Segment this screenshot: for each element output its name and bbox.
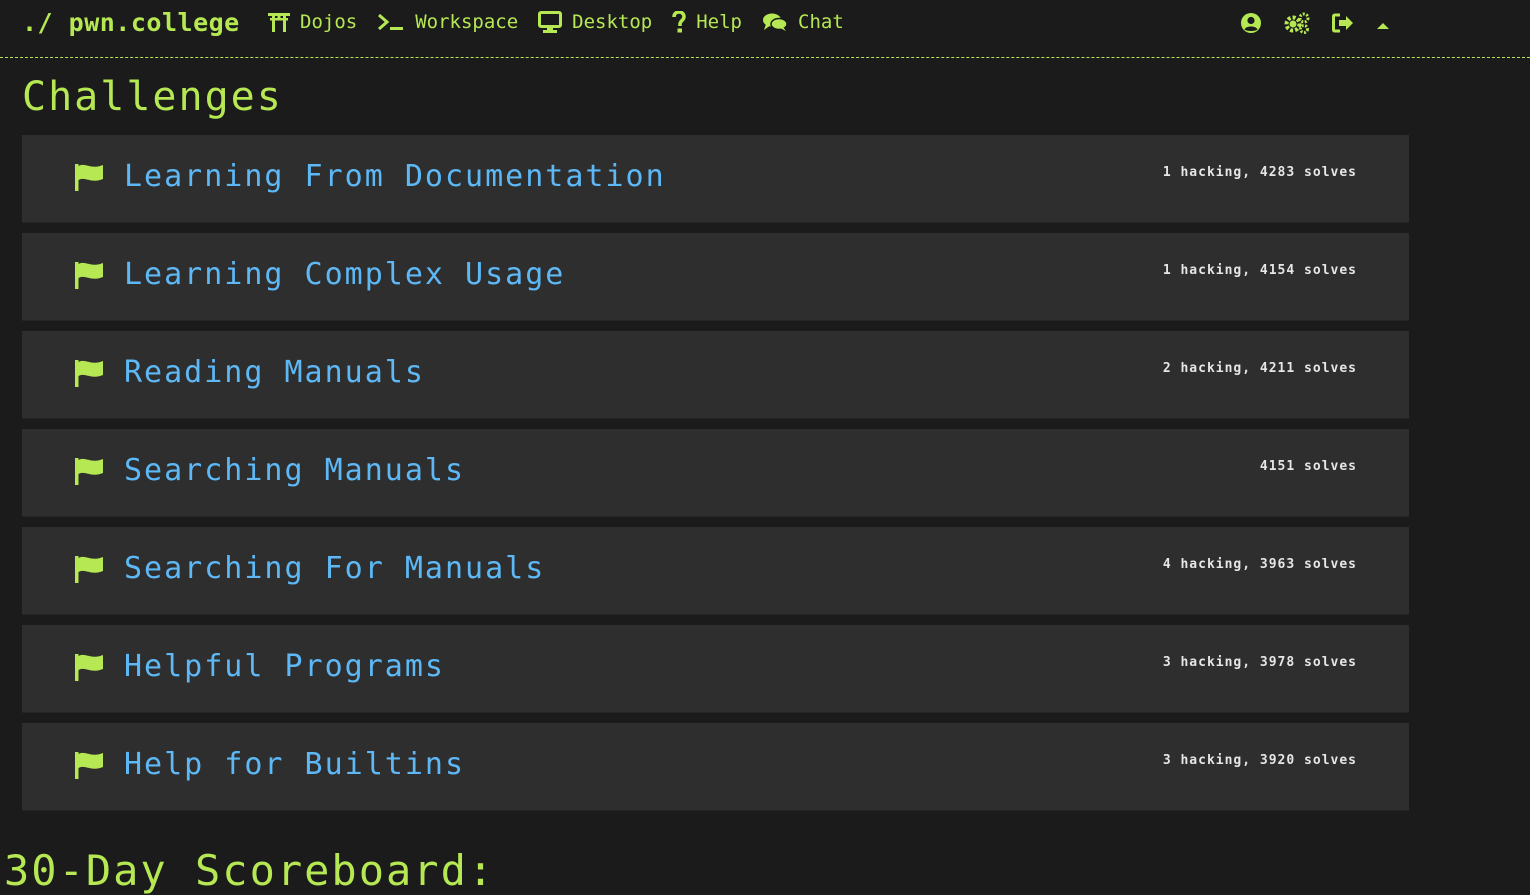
challenge-name: Helpful Programs	[124, 649, 445, 684]
challenge-name: Learning From Documentation	[124, 159, 666, 194]
user-menu	[1240, 12, 1390, 38]
challenge-list: Learning From Documentation 1 hacking, 4…	[22, 135, 1409, 821]
challenge-item[interactable]: Searching For Manuals 4 hacking, 3963 so…	[22, 527, 1409, 615]
torii-gate-icon	[268, 12, 290, 32]
chat-bubbles-icon	[762, 12, 788, 32]
flag-icon	[74, 653, 104, 685]
flag-icon	[74, 457, 104, 489]
challenge-item[interactable]: Help for Builtins 3 hacking, 3920 solves	[22, 723, 1409, 811]
navbar: ./ pwn.college Dojos Workspace Desktop H…	[0, 0, 1530, 58]
challenge-name: Learning Complex Usage	[124, 257, 566, 292]
page-title: Challenges	[22, 74, 283, 120]
nav-link-label: Dojos	[300, 11, 358, 33]
challenge-stats: 4 hacking, 3963 solves	[1162, 557, 1357, 572]
challenge-item[interactable]: Reading Manuals 2 hacking, 4211 solves	[22, 331, 1409, 419]
challenge-stats: 3 hacking, 3978 solves	[1162, 655, 1357, 670]
nav-link-label: Workspace	[415, 11, 519, 33]
nav-link-help[interactable]: Help	[672, 11, 742, 33]
challenge-name: Searching For Manuals	[124, 551, 546, 586]
flag-icon	[74, 359, 104, 391]
challenge-stats: 2 hacking, 4211 solves	[1162, 361, 1357, 376]
nav-links: Dojos Workspace Desktop Help Chat	[268, 11, 844, 33]
challenge-stats: 1 hacking, 4283 solves	[1162, 165, 1357, 180]
nav-link-label: Chat	[798, 11, 844, 33]
nav-link-label: Help	[696, 11, 742, 33]
terminal-icon	[377, 12, 405, 32]
challenge-name: Searching Manuals	[124, 453, 466, 488]
settings-icon[interactable]	[1284, 12, 1310, 38]
challenge-stats: 1 hacking, 4154 solves	[1162, 263, 1357, 278]
flag-icon	[74, 751, 104, 783]
nav-link-workspace[interactable]: Workspace	[377, 11, 518, 33]
user-circle-icon[interactable]	[1240, 12, 1262, 38]
nav-link-chat[interactable]: Chat	[762, 11, 844, 33]
question-icon	[672, 11, 686, 33]
desktop-icon	[538, 11, 563, 33]
scoreboard-title: 30-Day Scoreboard:	[4, 846, 496, 895]
nav-link-dojos[interactable]: Dojos	[268, 11, 357, 33]
caret-up-icon[interactable]	[1376, 16, 1390, 35]
challenge-item[interactable]: Helpful Programs 3 hacking, 3978 solves	[22, 625, 1409, 713]
challenge-item[interactable]: Learning Complex Usage 1 hacking, 4154 s…	[22, 233, 1409, 321]
challenge-name: Help for Builtins	[124, 747, 466, 782]
flag-icon	[74, 261, 104, 293]
logout-icon[interactable]	[1332, 13, 1354, 37]
flag-icon	[74, 163, 104, 195]
challenge-stats: 4151 solves	[1259, 459, 1357, 474]
challenge-name: Reading Manuals	[124, 355, 425, 390]
flag-icon	[74, 555, 104, 587]
challenge-stats: 3 hacking, 3920 solves	[1162, 753, 1357, 768]
challenge-item[interactable]: Searching Manuals 4151 solves	[22, 429, 1409, 517]
nav-link-label: Desktop	[572, 11, 653, 33]
nav-link-desktop[interactable]: Desktop	[538, 11, 652, 33]
brand-link[interactable]: ./ pwn.college	[22, 8, 240, 37]
challenge-item[interactable]: Learning From Documentation 1 hacking, 4…	[22, 135, 1409, 223]
